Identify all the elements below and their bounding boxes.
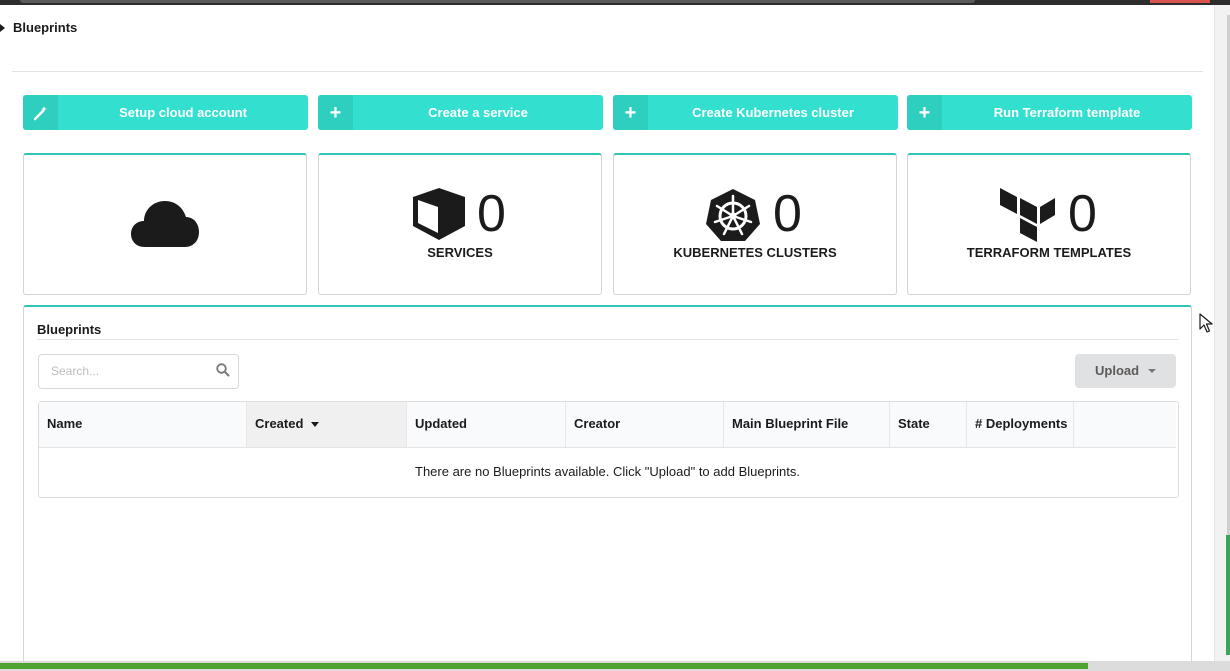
panel-divider xyxy=(37,339,1178,340)
create-service-button[interactable]: + Create a service xyxy=(318,95,603,130)
cloud-icon xyxy=(131,201,199,247)
empty-table-message: There are no Blueprints available. Click… xyxy=(415,464,800,479)
magic-wand-icon xyxy=(23,95,58,130)
kubernetes-clusters-count: 0 xyxy=(773,185,802,243)
cloud-accounts-card[interactable] xyxy=(23,153,307,295)
sort-descending-icon xyxy=(311,422,320,428)
column-header-created[interactable]: Created xyxy=(247,402,407,447)
create-service-label: Create a service xyxy=(428,105,528,120)
window-close-strip xyxy=(1150,0,1210,3)
column-header-actions xyxy=(1074,402,1176,447)
window-edge-indicator xyxy=(1226,535,1230,655)
run-terraform-template-label: Run Terraform template xyxy=(993,105,1141,120)
services-card[interactable]: 0 SERVICES xyxy=(318,153,602,295)
plus-icon: + xyxy=(318,95,353,130)
upload-button[interactable]: Upload xyxy=(1075,354,1176,388)
bottom-progress-strip xyxy=(0,661,1230,671)
search-icon[interactable] xyxy=(216,363,230,377)
create-kubernetes-cluster-button[interactable]: + Create Kubernetes cluster xyxy=(613,95,898,130)
kubernetes-clusters-label: KUBERNETES CLUSTERS xyxy=(673,245,837,260)
terraform-templates-count: 0 xyxy=(1068,185,1097,243)
run-terraform-template-button[interactable]: + Run Terraform template xyxy=(907,95,1192,130)
mouse-cursor-icon xyxy=(1199,313,1213,333)
services-label: SERVICES xyxy=(427,245,493,260)
terraform-icon xyxy=(1000,188,1055,242)
table-header: Name Created Updated Creator Main Bluepr… xyxy=(39,402,1176,448)
chevron-down-icon xyxy=(1148,369,1156,373)
kubernetes-icon xyxy=(706,189,760,241)
blueprints-table: Name Created Updated Creator Main Bluepr… xyxy=(38,401,1179,498)
kubernetes-clusters-card[interactable]: 0 KUBERNETES CLUSTERS xyxy=(613,153,897,295)
setup-cloud-account-label: Setup cloud account xyxy=(119,105,247,120)
plus-icon: + xyxy=(613,95,648,130)
header-divider xyxy=(12,71,1203,72)
create-kubernetes-cluster-label: Create Kubernetes cluster xyxy=(692,105,854,120)
terraform-templates-card[interactable]: 0 TERRAFORM TEMPLATES xyxy=(907,153,1191,295)
column-header-creator[interactable]: Creator xyxy=(566,402,724,447)
bottom-progress-fill xyxy=(0,663,1088,669)
column-header-deployments[interactable]: # Deployments xyxy=(967,402,1074,447)
upload-label: Upload xyxy=(1095,363,1140,378)
blueprints-panel: Blueprints Upload Name Created Updated C… xyxy=(23,305,1192,671)
services-count: 0 xyxy=(477,185,506,243)
browser-tab-strip xyxy=(20,0,975,3)
search-input[interactable] xyxy=(39,355,211,386)
plus-icon: + xyxy=(907,95,942,130)
terraform-templates-label: TERRAFORM TEMPLATES xyxy=(966,245,1132,260)
setup-cloud-account-button[interactable]: Setup cloud account xyxy=(23,95,308,130)
browser-top-bar xyxy=(0,0,1230,5)
column-header-main-blueprint-file[interactable]: Main Blueprint File xyxy=(724,402,890,447)
column-header-name[interactable]: Name xyxy=(39,402,247,447)
cube-icon xyxy=(413,188,465,240)
page-title: Blueprints xyxy=(13,20,78,35)
blueprints-panel-title: Blueprints xyxy=(37,322,102,337)
column-header-state[interactable]: State xyxy=(890,402,967,447)
search-box[interactable] xyxy=(38,354,239,389)
column-header-updated[interactable]: Updated xyxy=(407,402,566,447)
collapse-triangle-icon[interactable] xyxy=(0,24,5,32)
